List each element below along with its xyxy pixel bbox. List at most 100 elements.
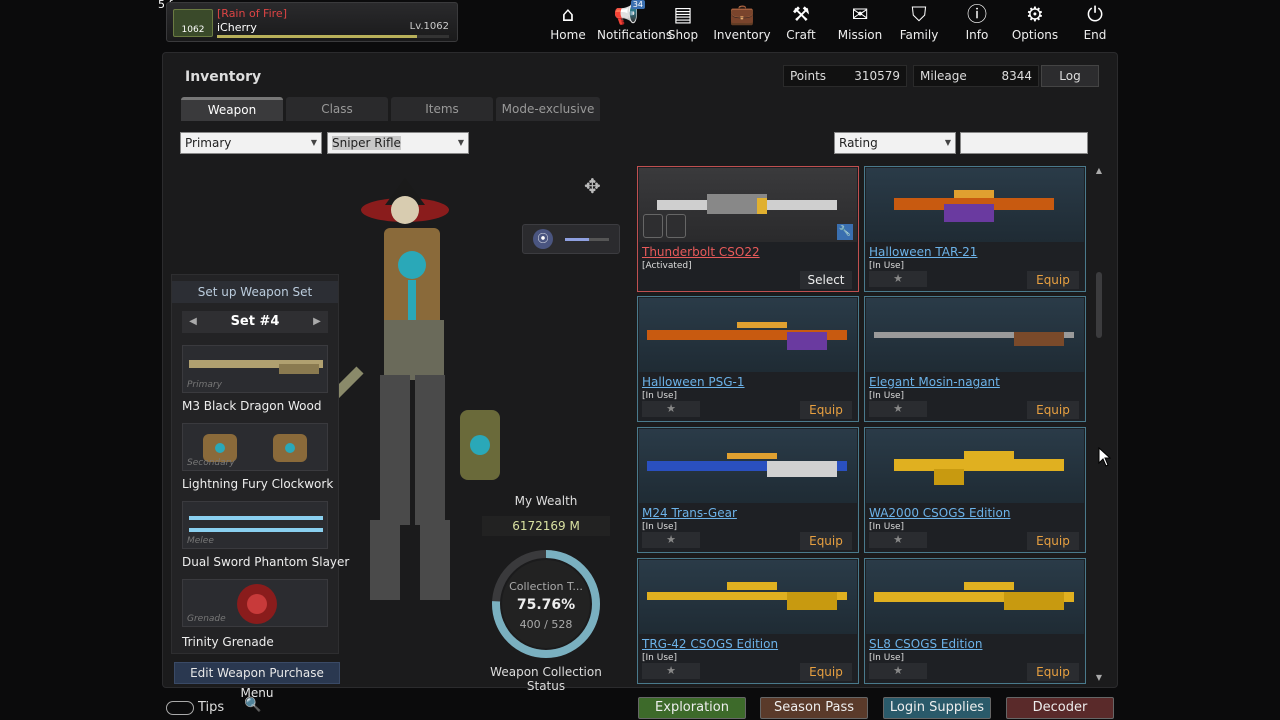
nav-inventory[interactable]: 💼 Inventory: [713, 0, 771, 44]
weapon-name[interactable]: Halloween PSG-1: [642, 375, 745, 389]
type-select-value: Sniper Rifle: [332, 136, 401, 150]
home-icon: ⌂: [561, 2, 575, 26]
scroll-down-icon[interactable]: ▼: [1094, 673, 1104, 682]
equip-button[interactable]: Equip: [1027, 663, 1079, 681]
nav-options[interactable]: ⚙ Options: [1006, 0, 1064, 44]
exploration-button[interactable]: Exploration: [638, 697, 746, 719]
edit-weapon-purchase-button[interactable]: Edit Weapon Purchase Menu: [174, 662, 340, 700]
wealth-value: 6172169 M: [482, 516, 610, 536]
weapon-card[interactable]: M24 Trans-Gear [In Use] ★ Equip: [637, 427, 859, 553]
favorite-star-icon[interactable]: ★: [642, 532, 700, 548]
equip-button[interactable]: Equip: [1027, 532, 1079, 550]
favorite-star-icon[interactable]: ★: [869, 532, 927, 548]
page-title: Inventory: [185, 69, 262, 85]
weapon-card[interactable]: TRG-42 CSOGS Edition [In Use] ★ Equip: [637, 558, 859, 684]
collection-percent: 75.76%: [516, 597, 576, 613]
secondary-slot[interactable]: Secondary: [182, 423, 328, 471]
equip-button[interactable]: Equip: [1027, 401, 1079, 419]
tips-toggle[interactable]: Tips: [166, 700, 224, 715]
weapon-name[interactable]: Thunderbolt CSO22: [642, 245, 760, 259]
weapon-card[interactable]: SL8 CSOGS Edition [In Use] ★ Equip: [864, 558, 1086, 684]
weapon-name[interactable]: Elegant Mosin-nagant: [869, 375, 1000, 389]
collection-title: Collection T...: [509, 580, 583, 593]
nav-end[interactable]: ⏻ End: [1066, 0, 1124, 44]
mileage-label: Mileage: [920, 69, 967, 83]
nav-family[interactable]: ⛉ Family: [890, 0, 948, 44]
nav-craft[interactable]: ⚒ Craft: [772, 0, 830, 44]
weapon-name[interactable]: M24 Trans-Gear: [642, 506, 737, 520]
mileage-value: 8344: [1001, 69, 1032, 83]
move-view-icon[interactable]: ✥: [584, 174, 601, 198]
decoder-button[interactable]: Decoder: [1006, 697, 1114, 719]
sort-select[interactable]: Rating ▼: [834, 132, 956, 154]
tab-items[interactable]: Items: [391, 97, 493, 121]
zoom-slider[interactable]: ⦿: [522, 224, 620, 254]
weapon-card[interactable]: 🔧 Thunderbolt CSO22 [Activated] Select: [637, 166, 859, 292]
nav-mission[interactable]: ✉ Mission: [831, 0, 889, 44]
nav-info[interactable]: ⓘ Info: [948, 0, 1006, 44]
weapon-name[interactable]: SL8 CSOGS Edition: [869, 637, 982, 651]
favorite-star-icon[interactable]: ★: [869, 401, 927, 417]
grenade-slot[interactable]: Grenade: [182, 579, 328, 627]
favorite-star-icon[interactable]: ★: [869, 663, 927, 679]
weapon-name[interactable]: WA2000 CSOGS Edition: [869, 506, 1010, 520]
weapon-name[interactable]: Halloween TAR-21: [869, 245, 977, 259]
nav-shop[interactable]: ▤ Shop: [654, 0, 712, 44]
favorite-star-icon[interactable]: ★: [642, 663, 700, 679]
equip-button[interactable]: Equip: [1027, 271, 1079, 289]
weapon-status: [Activated]: [642, 261, 692, 271]
part-slots: [643, 214, 689, 241]
secondary-weapon-name: Lightning Fury Clockwork: [182, 477, 334, 491]
wealth-label: My Wealth: [514, 494, 578, 508]
rifle-image: [189, 360, 323, 374]
weapon-image: [639, 429, 857, 503]
favorite-star-icon[interactable]: ★: [869, 271, 927, 287]
equip-button[interactable]: Equip: [800, 401, 852, 419]
grid-scrollbar[interactable]: ▲ ▼: [1094, 166, 1104, 682]
weapon-card[interactable]: Halloween PSG-1 [In Use] ★ Equip: [637, 296, 859, 422]
weapon-card[interactable]: WA2000 CSOGS Edition [In Use] ★ Equip: [864, 427, 1086, 553]
type-select[interactable]: Sniper Rifle ▼: [327, 132, 469, 154]
search-icon[interactable]: 🔍: [240, 697, 266, 719]
equip-button[interactable]: Equip: [800, 532, 852, 550]
points-value: 310579: [854, 69, 900, 83]
melee-slot[interactable]: Melee: [182, 501, 328, 549]
select-button[interactable]: Select: [800, 271, 852, 289]
points-label: Points: [790, 69, 827, 83]
xp-bar: [217, 35, 449, 38]
nav-notifications[interactable]: 📢 34 Notifications: [597, 0, 672, 44]
player-info[interactable]: 1062 [Rain of Fire] iCherry Lv.1062: [166, 2, 458, 42]
wrench-icon[interactable]: 🔧: [837, 224, 853, 240]
weapon-name[interactable]: TRG-42 CSOGS Edition: [642, 637, 778, 651]
chevron-right-icon[interactable]: ▶: [306, 311, 328, 333]
weapon-status: [In Use]: [869, 653, 905, 663]
favorite-star-icon[interactable]: ★: [642, 401, 700, 417]
swords-image: [189, 516, 323, 532]
login-supplies-button[interactable]: Login Supplies: [883, 697, 991, 719]
season-pass-button[interactable]: Season Pass: [760, 697, 868, 719]
scroll-up-icon[interactable]: ▲: [1094, 166, 1104, 175]
weapon-card[interactable]: Elegant Mosin-nagant [In Use] ★ Equip: [864, 296, 1086, 422]
weapon-card[interactable]: Halloween TAR-21 [In Use] ★ Equip: [864, 166, 1086, 292]
power-icon: ⏻: [1087, 2, 1103, 26]
weapon-image: [639, 560, 857, 634]
zoom-track[interactable]: [565, 238, 609, 241]
shop-icon: ▤: [673, 2, 693, 26]
collection-status-label: Weapon Collection Status: [490, 665, 602, 693]
nav-label: Family: [899, 28, 939, 42]
tab-class[interactable]: Class: [286, 97, 388, 121]
tab-mode-exclusive[interactable]: Mode-exclusive: [496, 97, 600, 121]
search-input[interactable]: [960, 132, 1088, 154]
chevron-down-icon: ▼: [457, 138, 464, 147]
nav-home[interactable]: ⌂ Home: [539, 0, 597, 44]
notification-badge: 34: [630, 0, 645, 9]
tab-weapon[interactable]: Weapon: [181, 97, 283, 121]
collection-summary: Collection T... 75.76% 400 / 528: [490, 548, 602, 660]
slot-select[interactable]: Primary ▼: [180, 132, 322, 154]
equip-button[interactable]: Equip: [800, 663, 852, 681]
scroll-thumb[interactable]: [1096, 272, 1102, 338]
info-icon: ⓘ: [967, 2, 987, 26]
log-button[interactable]: Log: [1041, 65, 1099, 87]
primary-slot[interactable]: Primary: [182, 345, 328, 393]
zoom-icon: ⦿: [533, 229, 553, 249]
